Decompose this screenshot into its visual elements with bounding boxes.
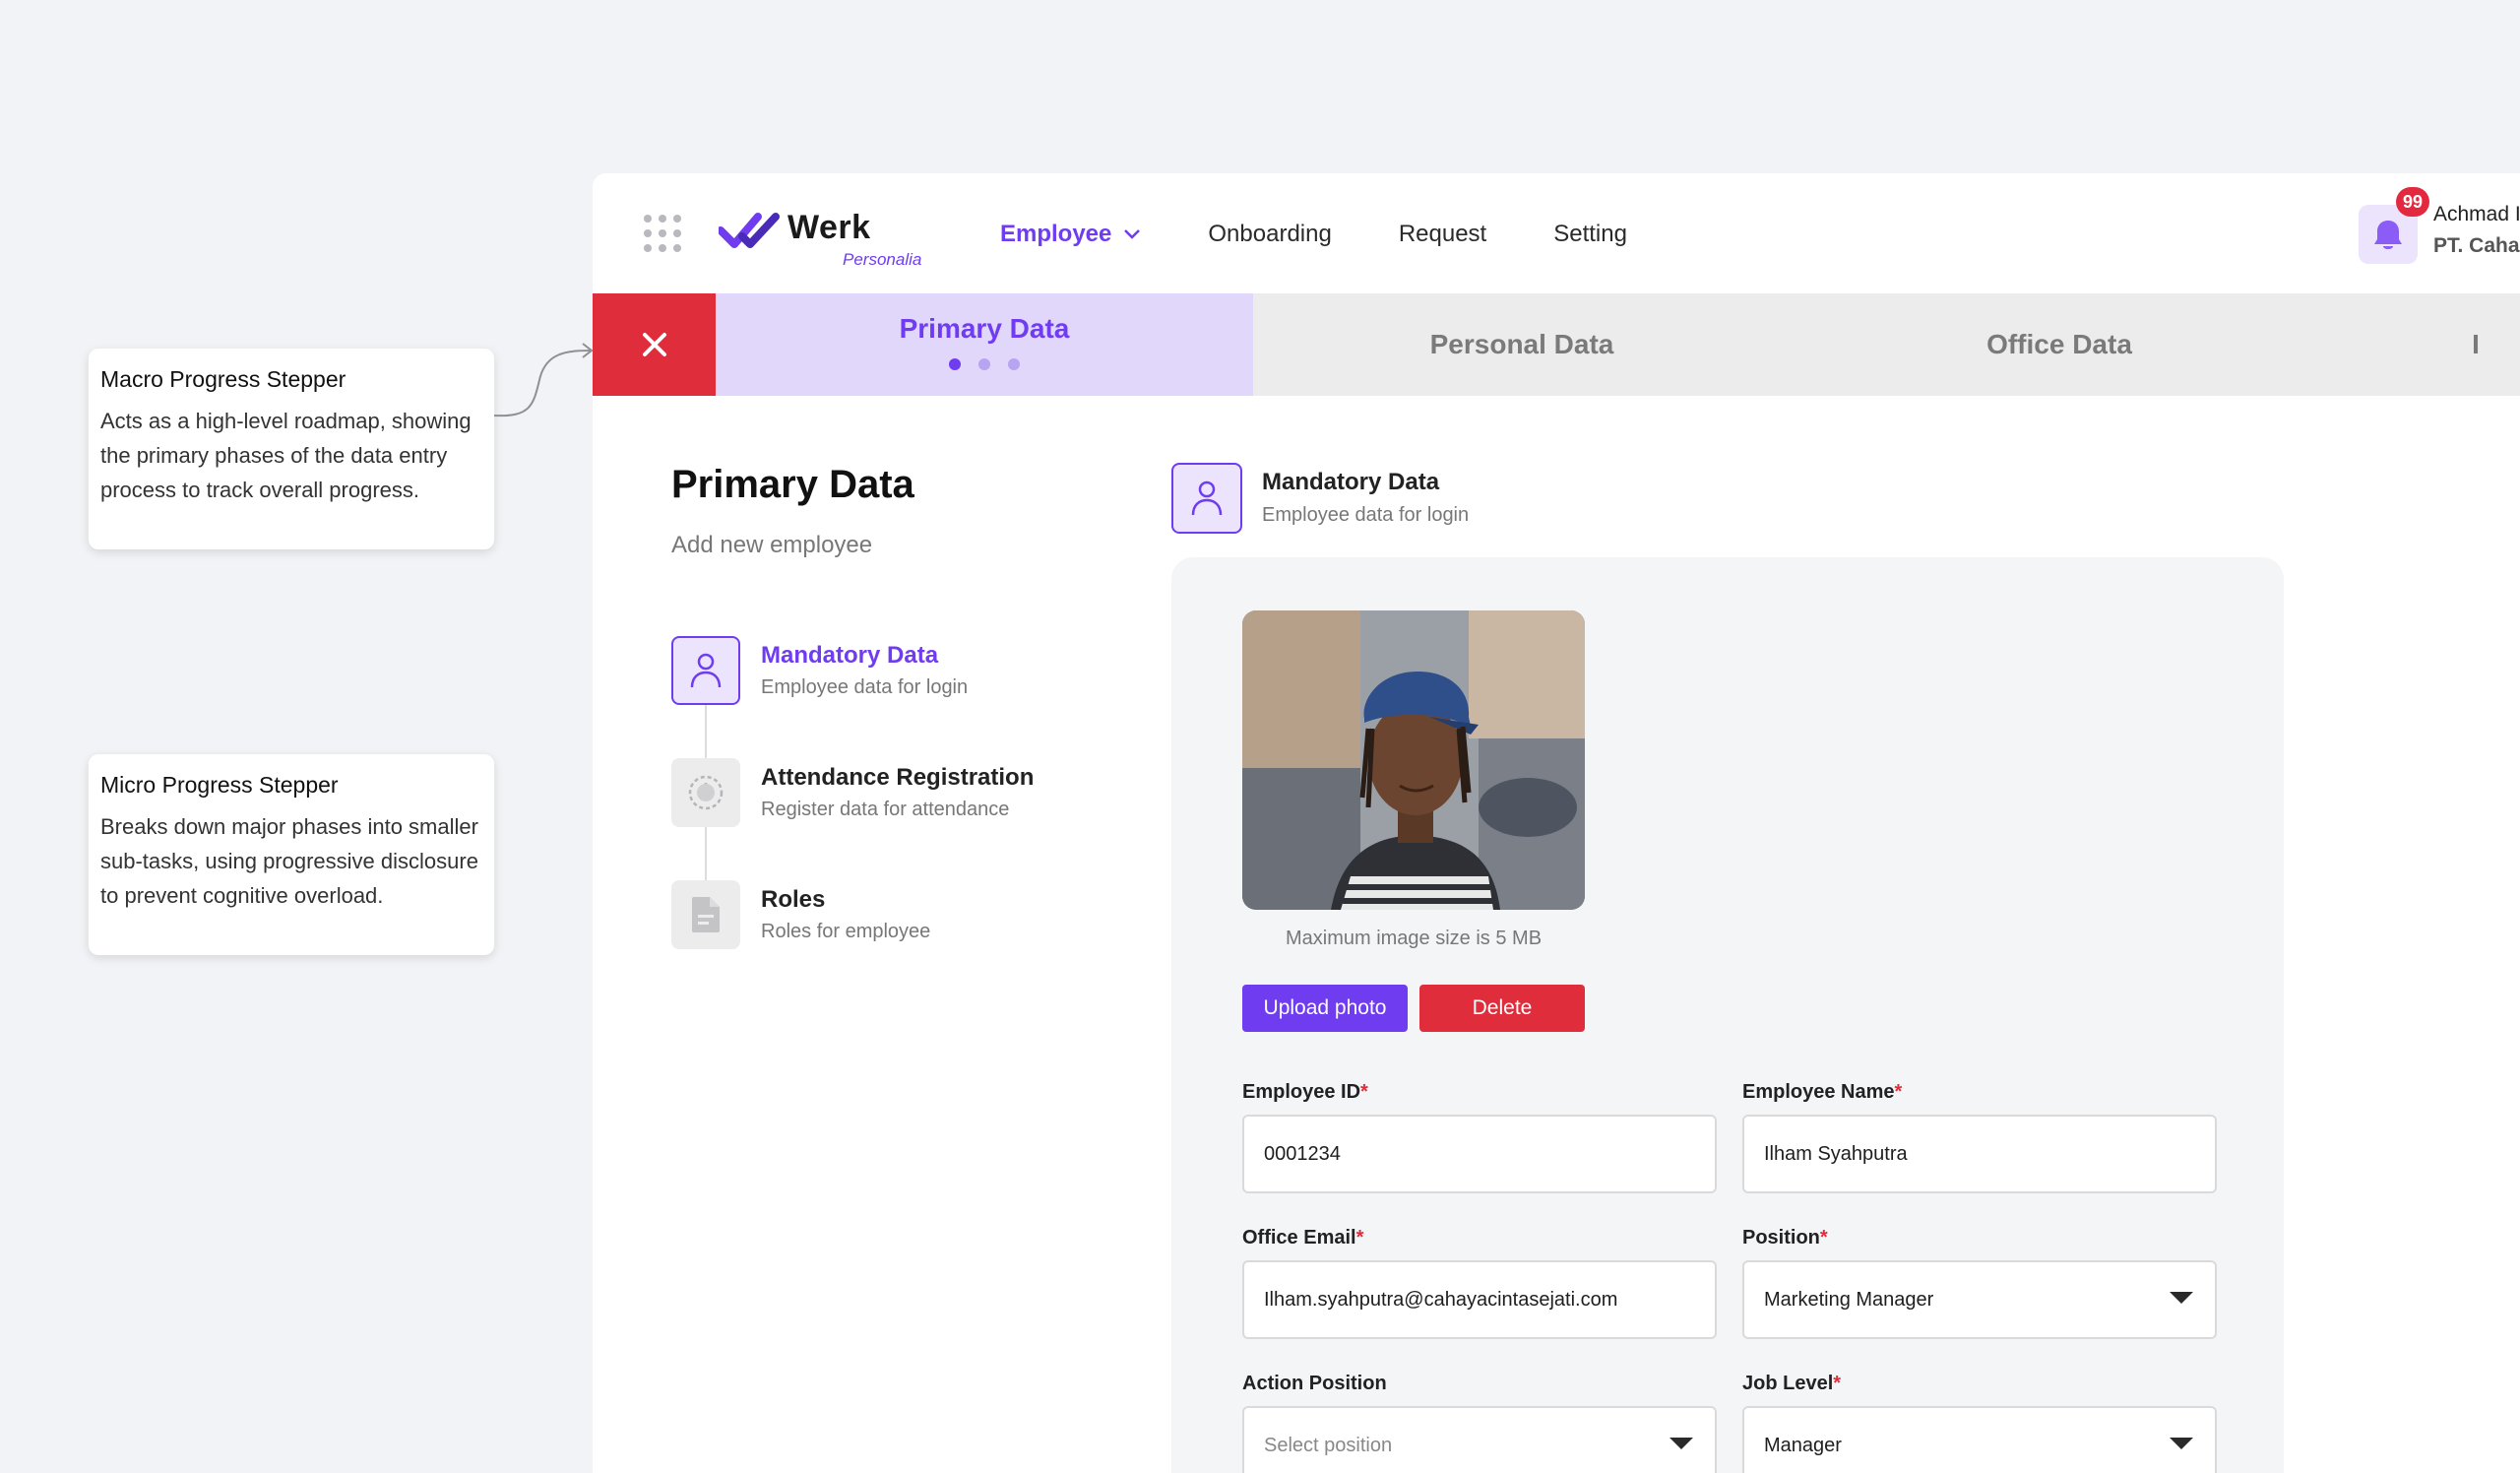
delete-photo-button[interactable]: Delete — [1419, 985, 1585, 1032]
page-subtitle: Add new employee — [671, 532, 873, 558]
action-position-label: Action Position — [1242, 1373, 1387, 1394]
bell-icon — [2374, 221, 2402, 249]
micro-stepper-annotation: Micro Progress Stepper Breaks down major… — [89, 754, 494, 955]
job-level-select[interactable]: Manager — [1742, 1406, 2217, 1473]
close-button[interactable] — [593, 293, 716, 396]
micro-step-desc: Register data for attendance — [761, 799, 1010, 820]
employee-id-label: Employee ID* — [1242, 1081, 1368, 1103]
section-header: Mandatory Data Employee data for login — [1171, 463, 1469, 534]
werk-check-icon — [719, 213, 780, 248]
macro-step-next[interactable]: I — [2328, 293, 2520, 396]
main-nav: Employee Onboarding Request Setting — [1000, 215, 1694, 254]
micro-step-desc: Roles for employee — [761, 921, 931, 942]
annotation-text: Acts as a high-level roadmap, showing th… — [100, 409, 472, 502]
employee-name-input[interactable]: Ilham Syahputra — [1742, 1115, 2217, 1193]
nav-employee[interactable]: Employee — [1000, 221, 1141, 248]
chevron-down-icon — [1124, 229, 1141, 239]
micro-step-label: Attendance Registration — [761, 764, 1035, 791]
action-position-select[interactable]: Select position — [1242, 1406, 1717, 1473]
sub-step-dot — [978, 358, 990, 370]
user-company: PT. Caha — [2433, 234, 2520, 257]
user-name[interactable]: Achmad I — [2433, 203, 2520, 226]
macro-step-label: Personal Data — [1429, 329, 1614, 359]
macro-step-office-data[interactable]: Office Data — [1791, 293, 2328, 396]
clock-icon — [671, 758, 740, 827]
section-subtitle: Employee data for login — [1262, 504, 1470, 526]
micro-step-mandatory-data[interactable]: Mandatory Data Employee data for login — [671, 636, 968, 705]
position-value: Marketing Manager — [1764, 1289, 1934, 1311]
user-icon — [1171, 463, 1242, 534]
section-title: Mandatory Data — [1262, 469, 1440, 495]
job-level-label: Job Level* — [1742, 1373, 1842, 1394]
annotation-title: Macro Progress Stepper — [100, 366, 346, 392]
app-launcher-icon[interactable] — [644, 215, 681, 252]
annotation-connector-arrow — [493, 343, 594, 417]
micro-step-label: Mandatory Data — [761, 642, 939, 669]
macro-step-label: Primary Data — [899, 313, 1070, 344]
brand-logo[interactable]: Werk Personalia — [719, 203, 945, 269]
nav-setting[interactable]: Setting — [1553, 221, 1627, 248]
employee-id-input[interactable]: 0001234 — [1242, 1115, 1717, 1193]
photo-size-note: Maximum image size is 5 MB — [1285, 928, 1543, 949]
nav-request[interactable]: Request — [1399, 221, 1486, 248]
annotation-text: Breaks down major phases into smaller su… — [100, 814, 478, 908]
micro-step-label: Roles — [761, 886, 826, 913]
notification-count-badge: 99 — [2396, 187, 2429, 217]
action-position-placeholder: Select position — [1264, 1435, 1393, 1456]
macro-progress-stepper: Primary Data Personal Data Office Data I — [593, 293, 2520, 396]
macro-step-label: I — [2472, 329, 2480, 359]
document-icon — [671, 880, 740, 949]
brand-subtitle: Personalia — [843, 250, 922, 269]
nav-label: Request — [1398, 221, 1487, 247]
caret-down-icon — [2170, 1438, 2193, 1449]
brand-name: Werk — [788, 209, 871, 246]
form-card: Maximum image size is 5 MB Upload photo … — [1171, 557, 2284, 1473]
position-select[interactable]: Marketing Manager — [1742, 1260, 2217, 1339]
macro-step-personal-data[interactable]: Personal Data — [1253, 293, 1791, 396]
employee-name-label: Employee Name* — [1742, 1081, 1903, 1103]
micro-step-roles[interactable]: Roles Roles for employee — [671, 880, 930, 949]
user-icon — [671, 636, 740, 705]
sub-step-dots — [940, 358, 1029, 370]
employee-photo — [1242, 610, 1585, 910]
office-email-label: Office Email* — [1242, 1227, 1364, 1249]
sub-step-dot-current — [949, 358, 961, 370]
caret-down-icon — [1670, 1438, 1693, 1449]
macro-stepper-annotation: Macro Progress Stepper Acts as a high-le… — [89, 349, 494, 549]
sub-step-dot — [1008, 358, 1020, 370]
nav-label: Employee — [1000, 221, 1112, 247]
office-email-input[interactable]: Ilham.syahputra@cahayacintasejati.com — [1242, 1260, 1717, 1339]
nav-onboarding[interactable]: Onboarding — [1208, 221, 1331, 248]
page-title: Primary Data — [671, 463, 914, 506]
job-level-value: Manager — [1764, 1435, 1842, 1456]
close-icon — [642, 333, 666, 356]
micro-step-attendance-registration[interactable]: Attendance Registration Register data fo… — [671, 758, 1034, 827]
nav-label: Onboarding — [1208, 221, 1332, 247]
upload-photo-button[interactable]: Upload photo — [1242, 985, 1408, 1032]
top-navbar: Werk Personalia Employee Onboarding Requ… — [593, 173, 2520, 293]
macro-step-primary-data[interactable]: Primary Data — [716, 293, 1253, 396]
app-window: Werk Personalia Employee Onboarding Requ… — [593, 173, 2520, 1473]
micro-step-desc: Employee data for login — [761, 676, 969, 698]
macro-step-label: Office Data — [1986, 329, 2132, 359]
nav-label: Setting — [1553, 221, 1627, 247]
position-label: Position* — [1742, 1227, 1828, 1249]
annotation-title: Micro Progress Stepper — [100, 772, 339, 798]
caret-down-icon — [2170, 1292, 2193, 1304]
